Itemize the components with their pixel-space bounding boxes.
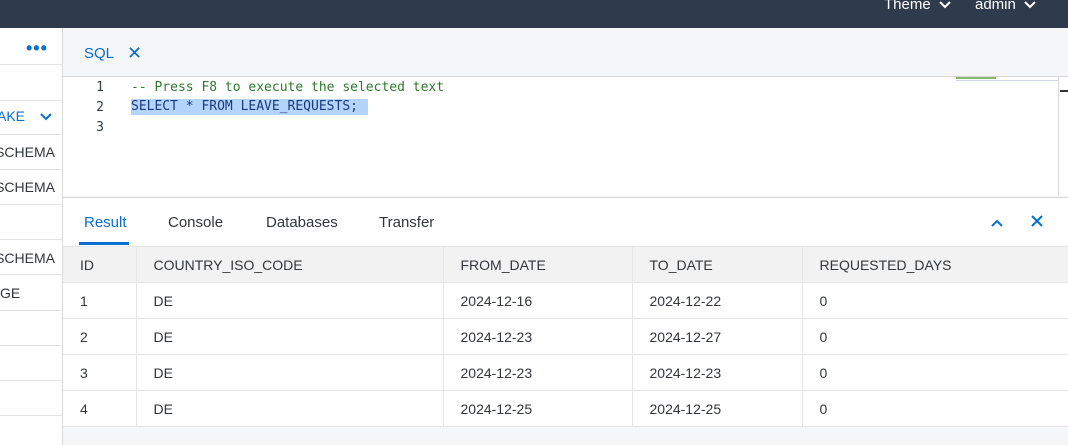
line-number: 1 bbox=[96, 80, 104, 95]
column-header[interactable]: COUNTRY_ISO_CODE bbox=[135, 246, 444, 283]
theme-menu[interactable]: Theme bbox=[884, 0, 951, 13]
divider bbox=[0, 169, 62, 170]
results-grid: ID COUNTRY_ISO_CODE FROM_DATE TO_DATE RE… bbox=[63, 246, 1068, 445]
results-table: ID COUNTRY_ISO_CODE FROM_DATE TO_DATE RE… bbox=[63, 246, 1068, 427]
table-cell[interactable]: 2024-12-25 bbox=[442, 390, 633, 427]
table-cell[interactable]: 0 bbox=[801, 354, 1068, 391]
table-cell[interactable]: 2024-12-23 bbox=[442, 354, 633, 391]
scrollbar-thumb[interactable] bbox=[1060, 90, 1068, 92]
result-panel-tabs: Result Console Databases Transfer bbox=[63, 197, 1068, 247]
table-cell[interactable]: 2024-12-16 bbox=[442, 282, 633, 319]
table-row[interactable]: 1 DE 2024-12-16 2024-12-22 0 bbox=[63, 282, 1068, 319]
tab-result[interactable]: Result bbox=[84, 214, 127, 231]
table-row[interactable]: 3 DE 2024-12-23 2024-12-23 0 bbox=[63, 354, 1068, 391]
tab-sql[interactable]: SQL bbox=[84, 45, 114, 62]
table-header-row: ID COUNTRY_ISO_CODE FROM_DATE TO_DATE RE… bbox=[63, 246, 1068, 283]
chevron-down-icon bbox=[40, 113, 52, 121]
list-item-label: GE bbox=[0, 285, 21, 301]
database-dropdown-label: AKE bbox=[0, 108, 25, 124]
line-number: 2 bbox=[96, 100, 104, 115]
divider bbox=[0, 100, 62, 101]
column-header[interactable]: TO_DATE bbox=[631, 246, 803, 283]
chevron-down-icon bbox=[1024, 0, 1036, 8]
chevron-up-icon bbox=[991, 219, 1003, 227]
table-cell[interactable]: 0 bbox=[801, 390, 1068, 427]
active-tab-indicator bbox=[79, 242, 129, 245]
divider bbox=[0, 345, 62, 346]
table-cell[interactable]: DE bbox=[135, 318, 444, 355]
line-number: 3 bbox=[96, 120, 104, 135]
code-line-selected: SELECT * FROM LEAVE_REQUESTS; bbox=[131, 99, 368, 115]
minimap-mark bbox=[956, 77, 996, 79]
schema-list-item-label: SCHEMA bbox=[0, 144, 55, 160]
column-header[interactable]: ID bbox=[63, 246, 137, 283]
table-row[interactable]: 4 DE 2024-12-25 2024-12-25 0 bbox=[63, 390, 1068, 427]
tab-transfer[interactable]: Transfer bbox=[379, 214, 434, 231]
tab-databases[interactable]: Databases bbox=[266, 214, 338, 231]
editor-scrollbar[interactable] bbox=[1058, 77, 1068, 196]
table-cell[interactable]: 0 bbox=[801, 282, 1068, 319]
divider bbox=[0, 239, 62, 240]
table-cell[interactable]: 2024-12-27 bbox=[631, 318, 803, 355]
table-cell[interactable]: 2024-12-23 bbox=[442, 318, 633, 355]
table-cell[interactable]: 2024-12-23 bbox=[631, 354, 803, 391]
close-panel-button[interactable] bbox=[1031, 211, 1043, 232]
user-menu[interactable]: admin bbox=[975, 0, 1036, 13]
collapse-panel-button[interactable] bbox=[991, 211, 1003, 232]
divider bbox=[0, 310, 62, 311]
table-cell[interactable]: 2024-12-25 bbox=[631, 390, 803, 427]
user-menu-label: admin bbox=[975, 0, 1016, 13]
tab-console[interactable]: Console bbox=[168, 214, 223, 231]
left-panel: ••• AKE SCHEMA SCHEMA SCHEMA GE bbox=[0, 28, 63, 445]
table-cell[interactable]: DE bbox=[135, 282, 444, 319]
column-header[interactable]: FROM_DATE bbox=[442, 246, 633, 283]
table-cell[interactable]: 0 bbox=[801, 318, 1068, 355]
table-cell[interactable]: DE bbox=[135, 354, 444, 391]
editor-tab-bar: SQL ✕ bbox=[63, 28, 1068, 77]
table-cell[interactable]: 4 bbox=[63, 390, 137, 427]
theme-menu-label: Theme bbox=[884, 0, 931, 13]
table-cell[interactable]: 2024-12-22 bbox=[631, 282, 803, 319]
schema-list-item-label: SCHEMA bbox=[0, 250, 55, 266]
divider bbox=[0, 380, 62, 381]
close-icon bbox=[1031, 215, 1043, 227]
shell-bar: Theme admin bbox=[0, 0, 1068, 28]
divider bbox=[0, 415, 62, 416]
table-cell[interactable]: DE bbox=[135, 390, 444, 427]
column-header[interactable]: REQUESTED_DAYS bbox=[801, 246, 1068, 283]
table-cell[interactable]: 2 bbox=[63, 318, 137, 355]
more-options-button[interactable]: ••• bbox=[26, 38, 48, 59]
divider bbox=[0, 204, 62, 205]
divider bbox=[0, 274, 62, 275]
table-cell[interactable]: 1 bbox=[63, 282, 137, 319]
sql-editor[interactable]: 1 -- Press F8 to execute the selected te… bbox=[63, 77, 1058, 196]
close-icon[interactable]: ✕ bbox=[127, 43, 142, 64]
table-cell[interactable]: 3 bbox=[63, 354, 137, 391]
divider bbox=[0, 134, 62, 135]
table-row[interactable]: 2 DE 2024-12-23 2024-12-27 0 bbox=[63, 318, 1068, 355]
code-line: -- Press F8 to execute the selected text bbox=[131, 80, 445, 95]
divider bbox=[0, 64, 62, 65]
schema-list-item-label: SCHEMA bbox=[0, 179, 55, 195]
chevron-down-icon bbox=[938, 0, 951, 8]
